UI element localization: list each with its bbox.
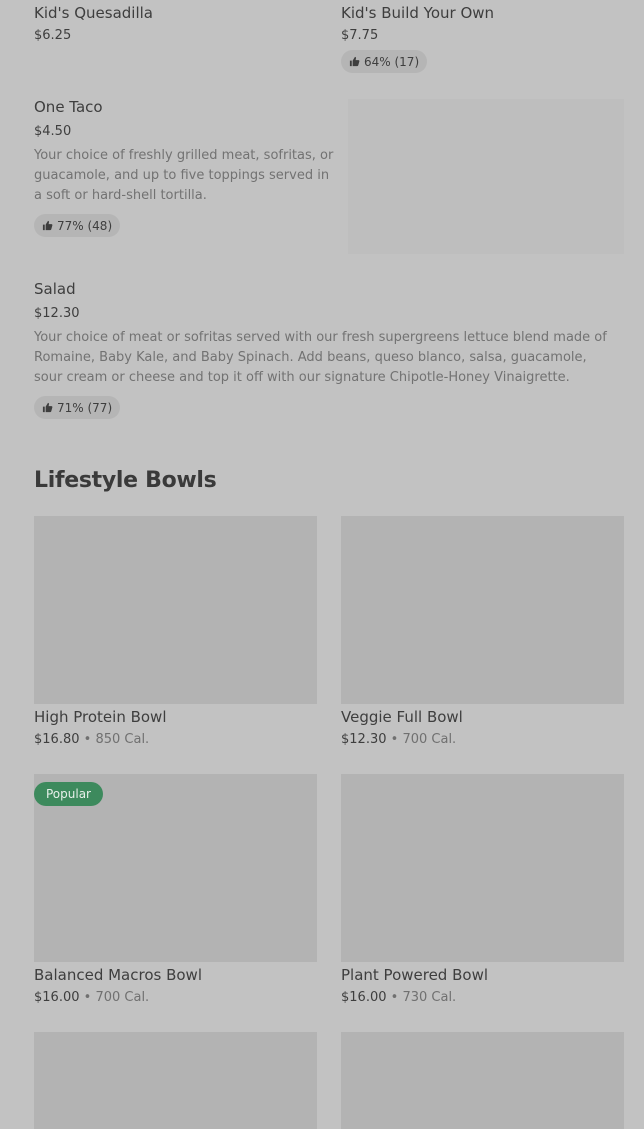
rating-text: 77% (48) [57,218,113,233]
bowl-calories: 730 Cal. [402,990,457,1005]
bowl-price-line: $16.80 • 850 Cal. [34,732,149,747]
item-price: $4.50 [34,124,72,139]
bowl-price: $16.00 [34,990,80,1005]
bowl-price: $16.80 [34,732,80,747]
bowl-image-placeholder [341,516,624,704]
item-name: One Taco [34,98,103,116]
bowl-name: Plant Powered Bowl [341,966,489,984]
bowl-name: High Protein Bowl [34,708,167,726]
bowl-image-placeholder [34,516,317,704]
item-name: Salad [34,280,76,298]
bowl-name: Veggie Full Bowl [341,708,463,726]
rating-text: 71% (77) [57,400,113,415]
rating-text: 64% (17) [364,54,420,69]
bowl-calories: 850 Cal. [95,732,150,747]
separator: • [83,990,92,1005]
item-image-placeholder [348,99,624,254]
item-description: Your choice of meat or sofritas served w… [34,330,607,385]
bowl-calories: 700 Cal. [95,990,150,1005]
rating-pill: 77% (48) [34,214,121,237]
thumbs-up-icon [42,402,53,413]
thumbs-up-icon [42,220,53,231]
item-price: $7.75 [341,28,379,43]
bowl-price-line: $16.00 • 730 Cal. [341,990,456,1005]
separator: • [390,732,399,747]
item-name: Kid's Quesadilla [34,4,153,22]
bowl-price: $12.30 [341,732,387,747]
popular-badge: Popular [34,782,103,806]
thumbs-up-icon [349,56,360,67]
bowl-name: Balanced Macros Bowl [34,966,202,984]
bowl-image-placeholder [341,774,624,962]
rating-pill: 64% (17) [341,50,428,73]
bowl-image-placeholder[interactable] [341,1032,624,1129]
item-description: Your choice of freshly grilled meat, sof… [34,148,334,203]
item-name: Kid's Build Your Own [341,4,495,22]
bowl-price: $16.00 [341,990,387,1005]
rating-pill: 71% (77) [34,396,121,419]
separator: • [83,732,92,747]
item-price: $12.30 [34,306,80,321]
separator: • [390,990,399,1005]
item-price: $6.25 [34,28,72,43]
bowl-price-line: $12.30 • 700 Cal. [341,732,456,747]
bowl-image-placeholder[interactable] [34,1032,317,1129]
section-title: Lifestyle Bowls [34,468,217,493]
bowl-price-line: $16.00 • 700 Cal. [34,990,149,1005]
bowl-calories: 700 Cal. [402,732,457,747]
